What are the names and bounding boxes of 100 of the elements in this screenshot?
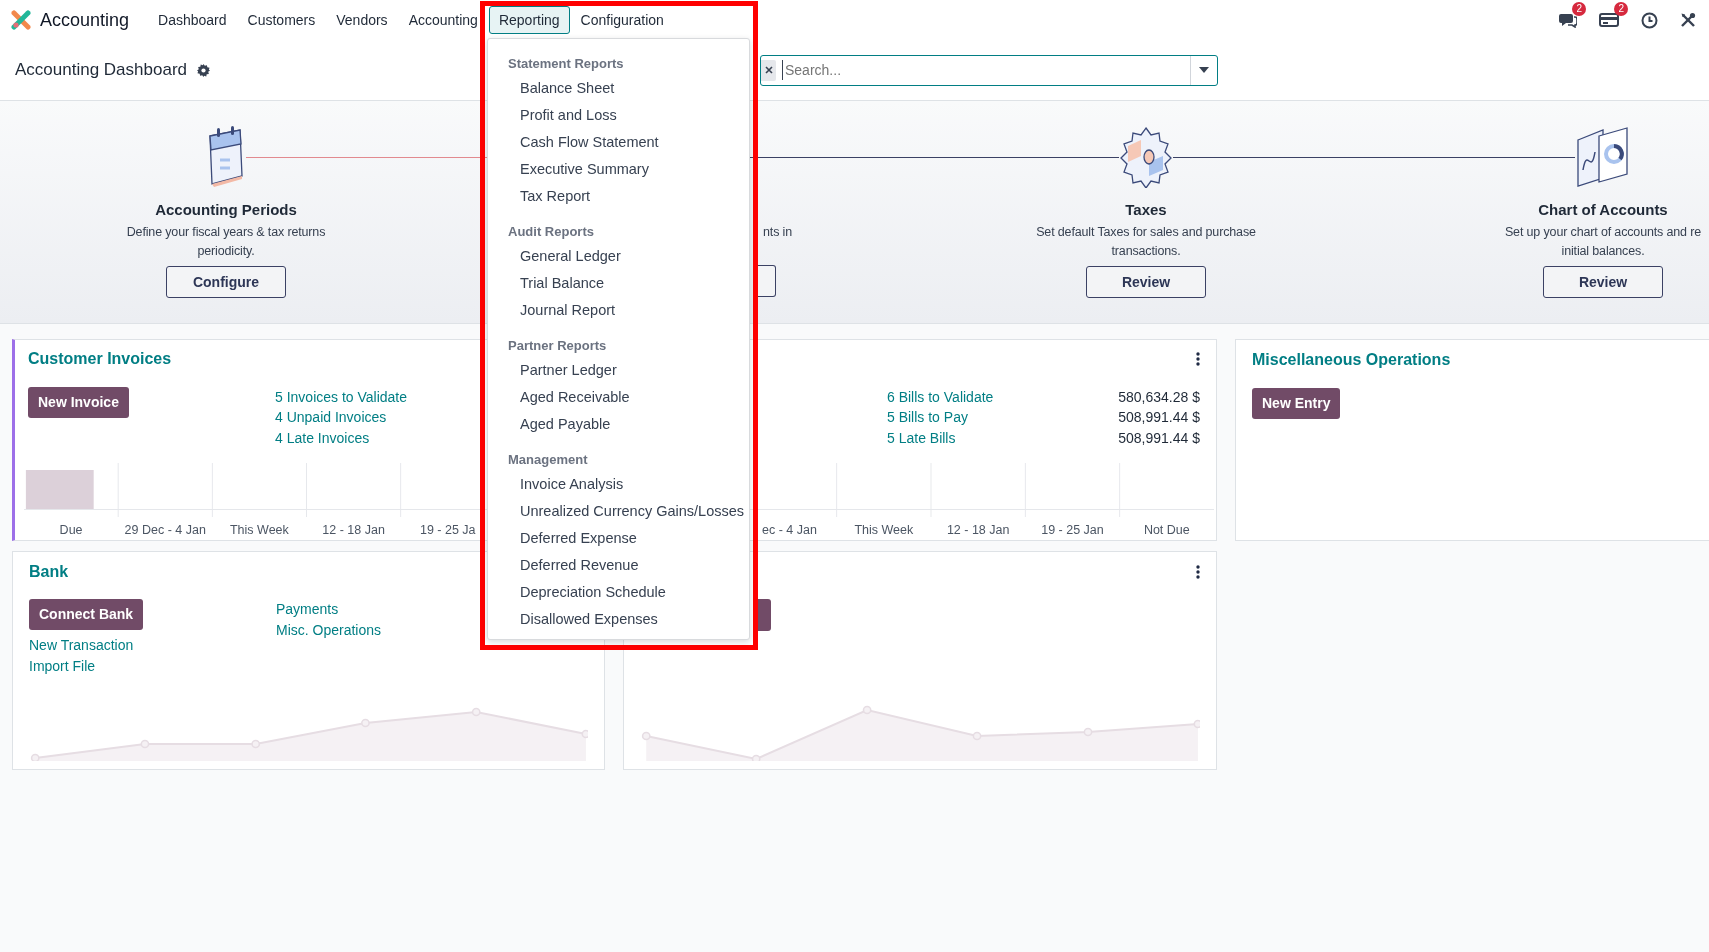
link[interactable]: 4 Late Invoices	[275, 429, 370, 446]
amount: 508,991.44 $	[1118, 428, 1200, 448]
menu-item[interactable]: Cash Flow Statement	[488, 129, 749, 156]
menu-item[interactable]: Aged Receivable	[488, 384, 749, 411]
menu-item[interactable]: Profit and Loss	[488, 102, 749, 129]
chart-point	[751, 754, 761, 761]
axis-label: This Week	[230, 522, 289, 539]
axis-label: 29 Dec - 4 Jan	[124, 522, 206, 539]
amount: 508,991.44 $	[1118, 408, 1200, 427]
menu-tab[interactable]: Configuration	[570, 6, 674, 34]
amount: 580,634.28 $	[1118, 387, 1200, 407]
more-icon[interactable]	[1196, 565, 1200, 579]
link[interactable]: Payments	[276, 601, 339, 617]
action-button[interactable]: Connect Bank	[29, 599, 144, 630]
chart-point	[251, 739, 261, 749]
gear-icon	[1119, 126, 1173, 188]
menu-item[interactable]: Invoice Analysis	[488, 471, 749, 498]
chart-bar	[25, 470, 94, 509]
step-title: Chart of Accounts	[1538, 200, 1668, 220]
card-title[interactable]: Bank	[29, 563, 69, 581]
action-button[interactable]: New Entry	[1252, 388, 1341, 419]
step-title: Taxes	[1125, 200, 1167, 220]
notification-badge: 2	[1572, 2, 1586, 16]
remove-icon[interactable]	[764, 66, 773, 74]
axis-label: Not Due	[1143, 522, 1190, 539]
search-field[interactable]: Search...	[782, 60, 1190, 80]
menu-item[interactable]: Depreciation Schedule	[488, 579, 749, 606]
menu-tab[interactable]: Reporting	[488, 6, 570, 34]
step-description: Set default Taxes for sales and purchase transactions.	[1036, 224, 1256, 260]
menu-item[interactable]: Unrealized Currency Gains/Losses	[488, 498, 749, 525]
chart-point	[862, 705, 872, 715]
link[interactable]: 5 Bills to Pay	[887, 407, 968, 428]
link[interactable]: 6 Bills to Validate	[887, 386, 994, 407]
menu-item[interactable]: Deferred Revenue	[488, 552, 749, 579]
section-header: Statement Reports	[507, 55, 625, 73]
step-description: nts in	[763, 224, 792, 241]
link[interactable]: Misc. Operations	[276, 621, 382, 638]
review-button[interactable]	[756, 265, 776, 297]
link[interactable]: New Transaction	[29, 635, 134, 656]
caret-icon	[1199, 67, 1209, 73]
chart-point	[471, 707, 481, 717]
chart-point	[581, 729, 588, 739]
filter-facet[interactable]	[761, 59, 776, 81]
link[interactable]: 5 Late Bills	[887, 427, 956, 448]
chat-icon[interactable]	[1559, 12, 1577, 28]
section-header: Partner Reports	[507, 337, 608, 355]
step-button[interactable]: Review	[1543, 266, 1663, 298]
chart-point	[30, 753, 40, 761]
card-title[interactable]: Customer Invoices	[28, 350, 172, 369]
chart-point	[972, 731, 982, 741]
more-icon[interactable]	[1196, 352, 1200, 367]
card-title[interactable]: Miscellaneous Operations	[1252, 351, 1451, 369]
axis-label: 19 - 25 Jan	[1041, 522, 1104, 539]
link[interactable]: 5 Invoices to Validate	[275, 388, 408, 405]
card-icon[interactable]	[1599, 12, 1619, 28]
step-description: Define your fiscal years & tax returns periodicity.	[126, 224, 326, 260]
step-title: Accounting Periods	[155, 200, 297, 220]
axis-label: 19 - 25 Ja	[419, 522, 476, 539]
section-header: Audit Reports	[507, 223, 595, 241]
page-title: Accounting Dashboard	[15, 60, 187, 80]
step-button[interactable]: Configure	[166, 266, 286, 298]
menu-item[interactable]: Partner Ledger	[488, 357, 749, 384]
tools-icon[interactable]	[1680, 12, 1696, 28]
menu-tab[interactable]: Accounting	[398, 6, 488, 34]
menu-item[interactable]: Deferred Expense	[488, 525, 749, 552]
chart-point	[641, 731, 651, 741]
menu-tab[interactable]: Dashboard	[148, 6, 237, 34]
search-bar[interactable]: Search...	[760, 54, 1218, 86]
menu-item[interactable]: Executive Summary	[488, 156, 749, 183]
step-button[interactable]: Review	[1086, 266, 1206, 298]
menu-item[interactable]: Tax Report	[488, 183, 749, 210]
action-button[interactable]: New Invoice	[28, 386, 129, 418]
app-name: Accounting	[40, 9, 130, 31]
axis-label: 12 - 18 Jan	[946, 522, 1010, 539]
menu-item[interactable]: Trial Balance	[488, 270, 749, 297]
menu-item[interactable]: General Ledger	[488, 243, 749, 270]
menu-item[interactable]: Balance Sheet	[488, 75, 749, 102]
menu-tab[interactable]: Vendors	[326, 6, 398, 34]
chart-point	[1083, 727, 1093, 737]
menu-item[interactable]: Journal Report	[488, 297, 749, 324]
document-icon	[1575, 126, 1631, 188]
logo-icon	[11, 10, 31, 30]
axis-label: Due	[59, 522, 83, 539]
section-header: Management	[507, 451, 589, 469]
calendar-icon	[206, 126, 246, 188]
axis-label: This Week	[854, 522, 914, 539]
step-description: Set up your chart of accounts and re initial balances.	[1504, 224, 1702, 260]
clock-icon[interactable]	[1641, 11, 1658, 29]
chart-point	[361, 718, 370, 728]
axis-label: ec - 4 Jan	[762, 522, 817, 539]
link[interactable]: 4 Unpaid Invoices	[275, 409, 387, 425]
link[interactable]: Import File	[29, 655, 134, 676]
chart-point	[140, 739, 150, 749]
menu-item[interactable]: Disallowed Expenses	[488, 606, 749, 633]
chart-point	[1193, 719, 1200, 729]
menu-tab[interactable]: Customers	[237, 6, 326, 34]
menu-item[interactable]: Aged Payable	[488, 411, 749, 438]
axis-label: 12 - 18 Jan	[322, 522, 385, 539]
notification-badge: 2	[1614, 2, 1628, 16]
gear-icon	[197, 63, 210, 77]
